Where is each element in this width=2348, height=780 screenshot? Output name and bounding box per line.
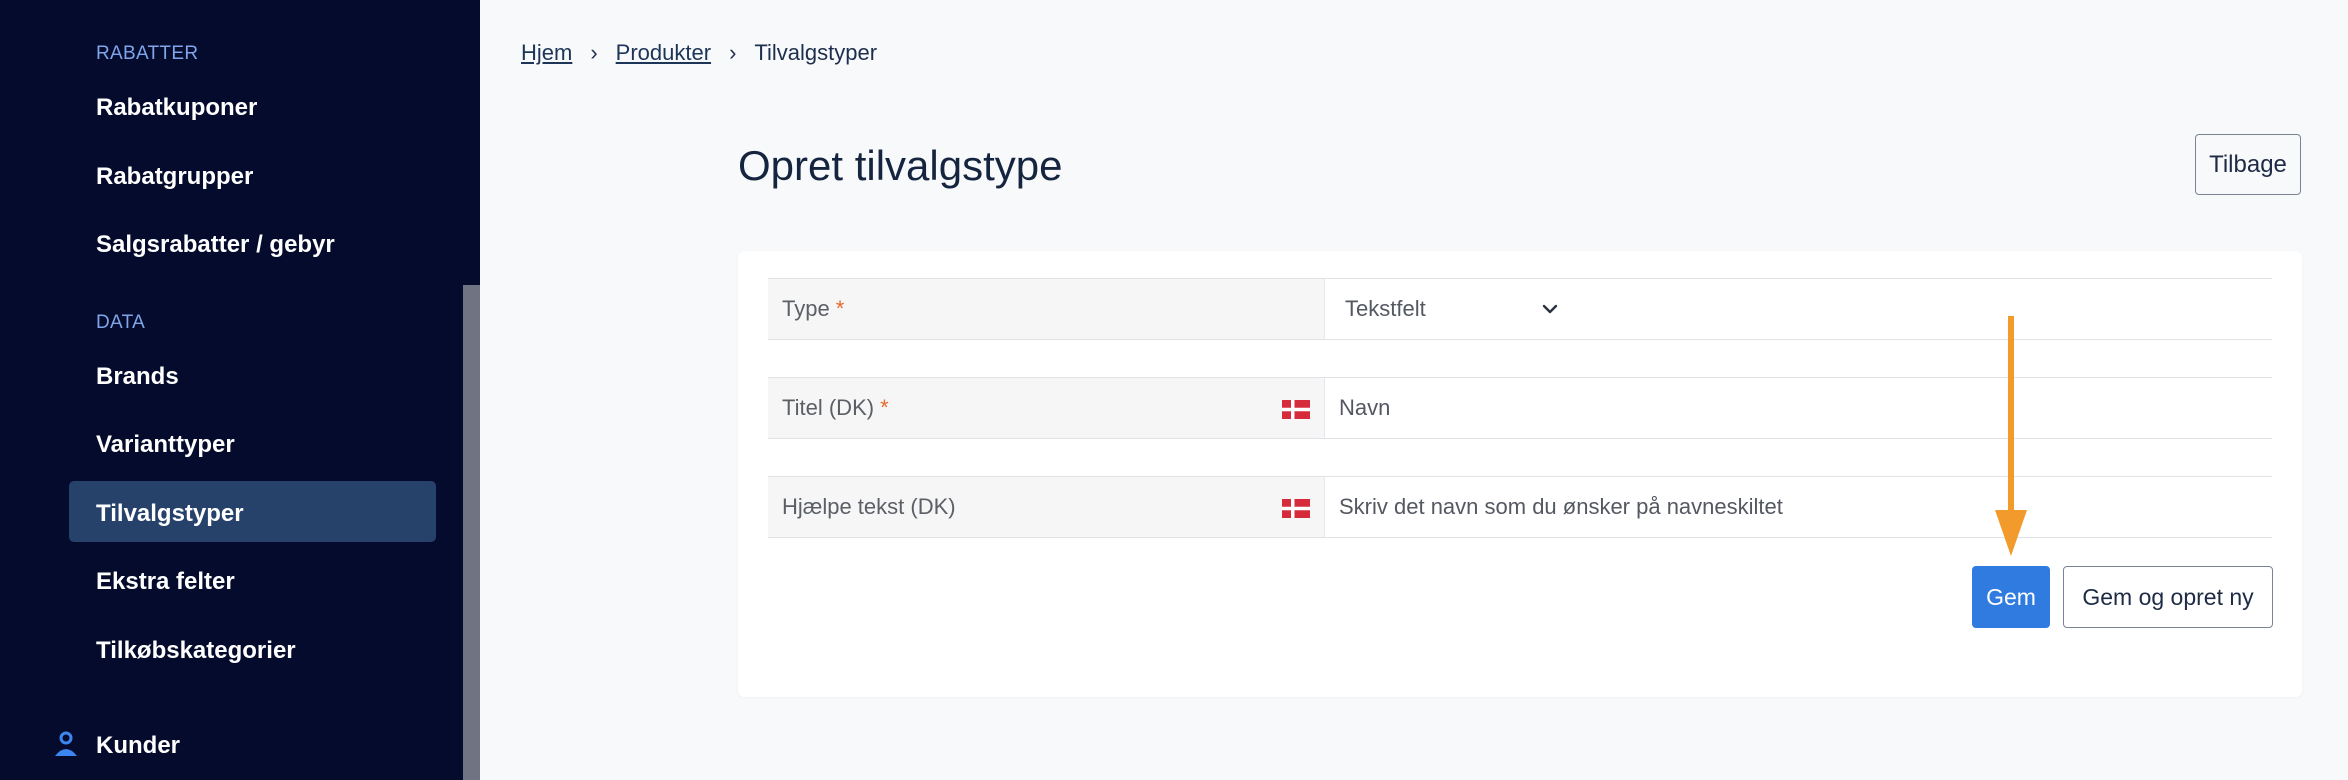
sidebar-item-rabatgrupper[interactable]: Rabatgrupper xyxy=(96,163,253,191)
form-row-title: Titel (DK) * Navn xyxy=(768,377,2272,439)
sidebar-item-ekstra-felter[interactable]: Ekstra felter xyxy=(96,568,235,596)
save-and-new-button[interactable]: Gem og opret ny xyxy=(2063,566,2273,628)
page-title: Opret tilvalgstype xyxy=(738,142,1063,189)
denmark-flag-icon xyxy=(1282,499,1310,518)
help-text-input[interactable]: Skriv det navn som du ønsker på navneski… xyxy=(1339,477,2264,537)
person-icon xyxy=(55,731,77,756)
help-text-label: Hjælpe tekst (DK) xyxy=(768,477,1325,537)
save-button[interactable]: Gem xyxy=(1972,566,2050,628)
sidebar-item-rabatkuponer[interactable]: Rabatkuponer xyxy=(96,94,257,122)
sidebar-item-brands[interactable]: Brands xyxy=(96,363,179,391)
section-label-data: DATA xyxy=(96,312,146,333)
chevron-down-icon[interactable] xyxy=(1538,297,1562,321)
sidebar-item-tilkobskategorier[interactable]: Tilkøbskategorier xyxy=(96,637,296,665)
form-row-type: Type * Tekstfelt xyxy=(768,278,2272,340)
sidebar-item-tilvalgstyper[interactable]: Tilvalgstyper xyxy=(96,500,244,528)
chevron-right-icon: › xyxy=(729,40,737,65)
annotation-arrow-icon xyxy=(1995,316,2027,556)
denmark-flag-icon xyxy=(1282,400,1310,419)
type-label: Type * xyxy=(768,279,1325,339)
title-input[interactable]: Navn xyxy=(1339,378,2264,438)
back-button[interactable]: Tilbage xyxy=(2195,134,2301,195)
breadcrumb-current: Tilvalgstyper xyxy=(754,40,878,65)
breadcrumb: Hjem › Produkter › Tilvalgstyper xyxy=(521,40,877,66)
sidebar-item-varianttyper[interactable]: Varianttyper xyxy=(96,431,235,459)
breadcrumb-link-produkter[interactable]: Produkter xyxy=(616,40,711,66)
breadcrumb-link-hjem[interactable]: Hjem xyxy=(521,40,572,66)
title-label: Titel (DK) * xyxy=(768,378,1325,438)
chevron-right-icon: › xyxy=(590,40,598,65)
sidebar-item-salgsrabatter[interactable]: Salgsrabatter / gebyr xyxy=(96,231,335,259)
form-row-help-text: Hjælpe tekst (DK) Skriv det navn som du … xyxy=(768,476,2272,538)
section-label-rabatter: RABATTER xyxy=(96,43,199,64)
sidebar-item-kunder[interactable]: Kunder xyxy=(96,732,180,760)
sidebar-scrollbar[interactable] xyxy=(463,285,480,780)
type-select[interactable]: Tekstfelt xyxy=(1345,279,1685,339)
